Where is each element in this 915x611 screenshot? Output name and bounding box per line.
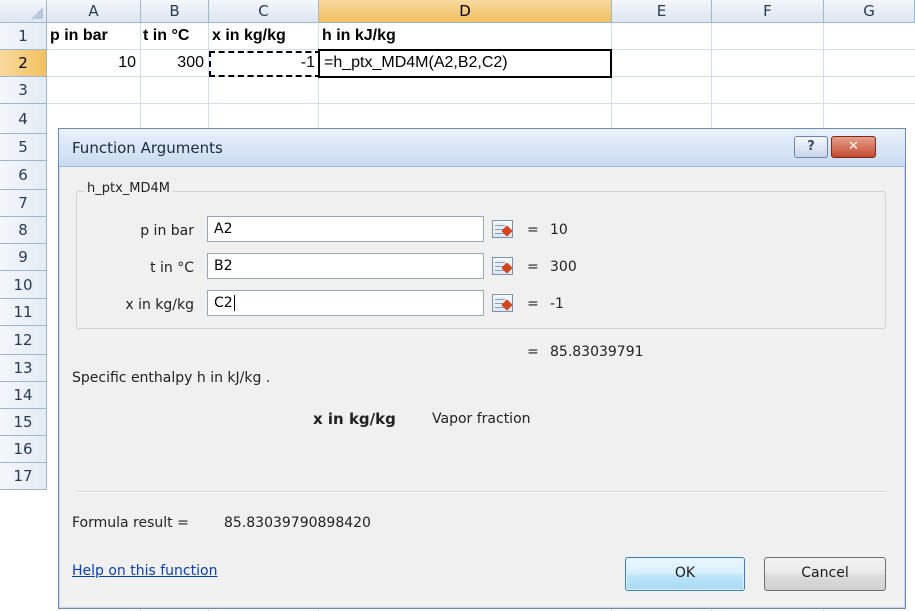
row-header-7[interactable]: 7	[0, 190, 47, 217]
row-header-10[interactable]: 10	[0, 271, 47, 299]
row-header-13[interactable]: 13	[0, 355, 47, 382]
row-header-15[interactable]: 15	[0, 409, 47, 436]
arg-input-p[interactable]: A2	[207, 216, 484, 242]
arg-result-x: -1	[550, 296, 564, 312]
collapse-dialog-button-t[interactable]	[492, 257, 513, 275]
gridline	[47, 103, 915, 104]
arg-input-t[interactable]: B2	[207, 253, 484, 279]
cell-c1[interactable]: x in kg/kg	[212, 23, 286, 49]
row-header-8[interactable]: 8	[0, 217, 47, 244]
dialog-titlebar[interactable]: Function Arguments ? ✕	[59, 129, 905, 167]
function-description: Specific enthalpy h in kJ/kg .	[72, 370, 271, 386]
help-on-function-link[interactable]: Help on this function	[72, 563, 217, 579]
cell-a1[interactable]: p in bar	[50, 23, 108, 49]
formula-result-value: 85.83039790898420	[224, 515, 371, 531]
cell-c2[interactable]: -1	[209, 50, 315, 76]
row-header-1[interactable]: 1	[0, 23, 47, 50]
column-header-g[interactable]: G	[824, 0, 915, 23]
column-header-f[interactable]: F	[712, 0, 824, 23]
separator	[76, 491, 886, 492]
current-arg-name: x in kg/kg	[313, 410, 396, 428]
column-header-d[interactable]: D	[319, 0, 612, 23]
function-name-label: h_ptx_MD4M	[84, 181, 173, 196]
ok-button[interactable]: OK	[625, 557, 745, 591]
cell-a2[interactable]: 10	[47, 50, 136, 76]
row-header-11[interactable]: 11	[0, 299, 47, 326]
arg-input-x-text: C2	[214, 295, 233, 311]
row-header-4[interactable]: 4	[0, 104, 47, 134]
row-header-5[interactable]: 5	[0, 134, 47, 161]
cell-b2[interactable]: 300	[141, 50, 204, 76]
column-header-a[interactable]: A	[47, 0, 141, 23]
function-result-value: 85.83039791	[550, 344, 644, 360]
row-header-2[interactable]: 2	[0, 50, 47, 77]
row-header-6[interactable]: 6	[0, 161, 47, 190]
arg-label-p: p in bar	[140, 223, 194, 239]
arg-input-x[interactable]: C2	[207, 290, 484, 316]
help-button[interactable]: ?	[794, 136, 828, 158]
formula-result-label: Formula result =	[72, 515, 189, 531]
function-arguments-dialog: Function Arguments ? ✕ h_ptx_MD4M p in b…	[58, 128, 906, 609]
current-arg-description: Vapor fraction	[432, 411, 531, 427]
arg-result-t: 300	[550, 259, 577, 275]
select-all-corner[interactable]	[0, 0, 47, 23]
arg-equals-x: =	[527, 296, 539, 312]
row-header-9[interactable]: 9	[0, 244, 47, 271]
collapse-dialog-button-p[interactable]	[492, 220, 513, 238]
arg-equals-p: =	[527, 222, 539, 238]
collapse-dialog-button-x[interactable]	[492, 294, 513, 312]
column-header-e[interactable]: E	[612, 0, 712, 23]
cell-d2-formula[interactable]: =h_ptx_MD4M(A2,B2,C2)	[324, 50, 508, 76]
cell-d1[interactable]: h in kJ/kg	[322, 23, 396, 49]
row-header-17[interactable]: 17	[0, 463, 47, 490]
arg-equals-t: =	[527, 259, 539, 275]
row-header-14[interactable]: 14	[0, 382, 47, 409]
arg-label-t: t in °C	[150, 260, 194, 276]
cancel-button[interactable]: Cancel	[764, 557, 886, 591]
row-header-12[interactable]: 12	[0, 326, 47, 355]
function-result-equals: =	[527, 344, 539, 360]
column-header-b[interactable]: B	[141, 0, 209, 23]
cell-b1[interactable]: t in °C	[143, 23, 189, 49]
select-all-triangle-icon	[31, 7, 43, 19]
arg-result-p: 10	[550, 222, 568, 238]
close-button[interactable]: ✕	[831, 136, 876, 158]
dialog-title: Function Arguments	[72, 139, 223, 157]
text-caret	[233, 295, 235, 311]
row-header-3[interactable]: 3	[0, 77, 47, 104]
row-header-16[interactable]: 16	[0, 436, 47, 463]
arg-label-x: x in kg/kg	[125, 297, 194, 313]
column-header-c[interactable]: C	[209, 0, 319, 23]
